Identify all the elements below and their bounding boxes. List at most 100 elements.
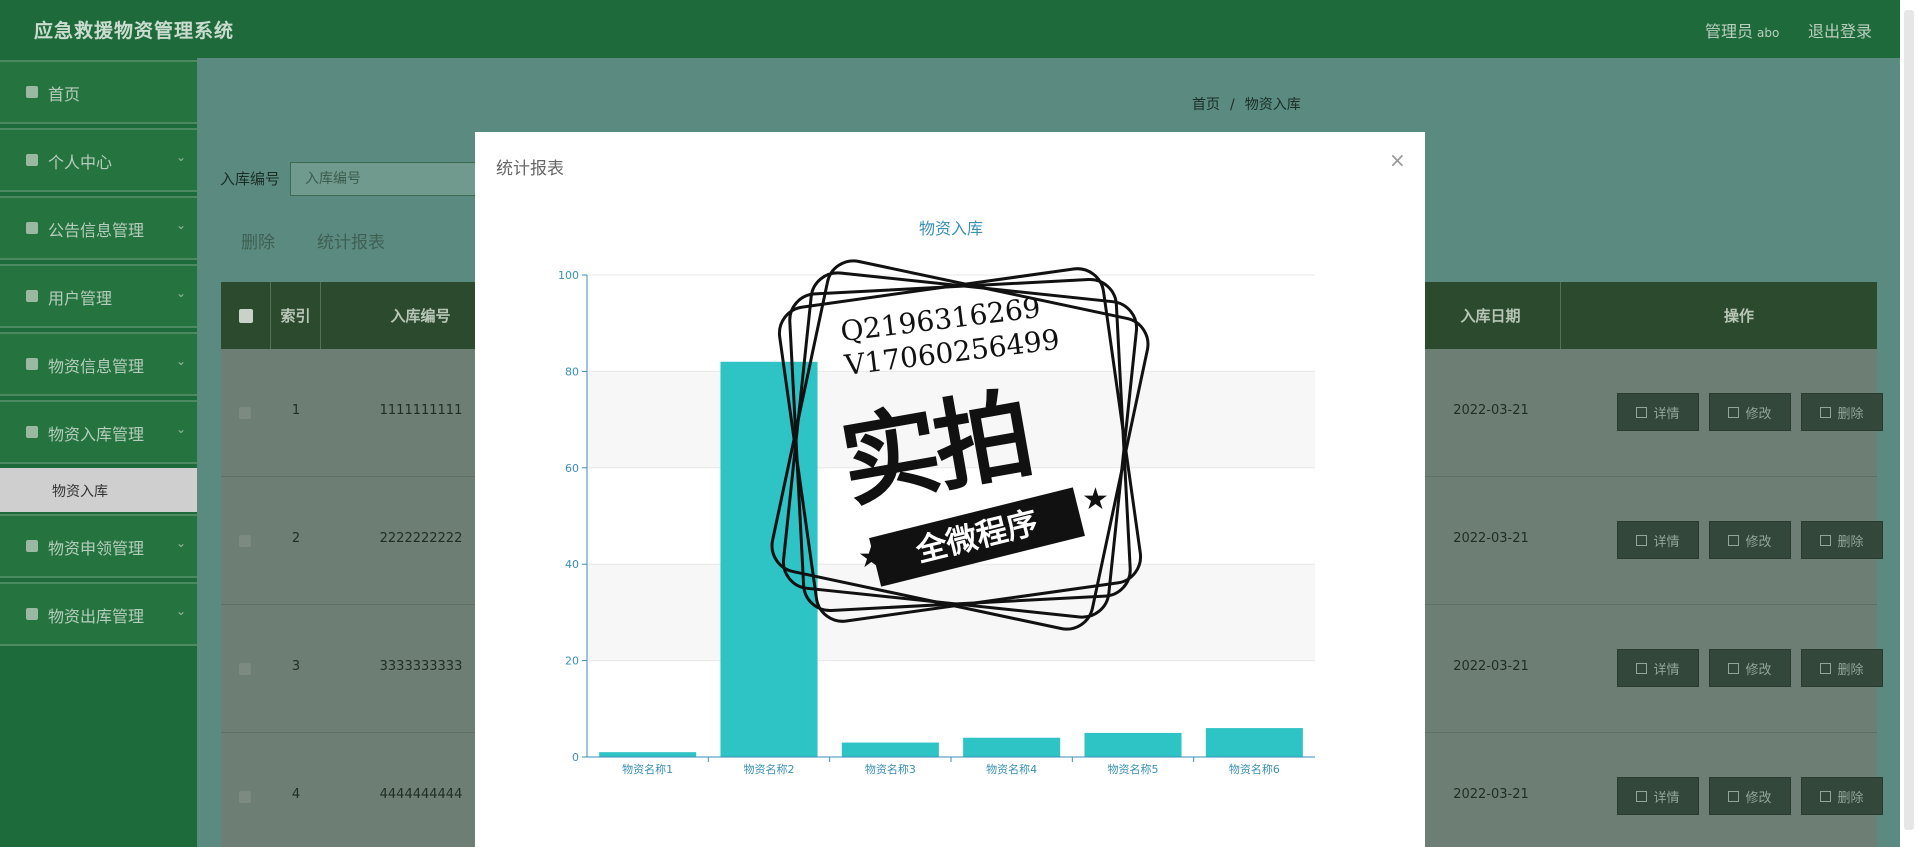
page-scrollbar[interactable] [1900,0,1918,847]
delete-label: 删除 [1837,406,1864,422]
bar [1205,728,1303,757]
header-index: 索引 [271,282,321,349]
chevron-down-icon: ⌄ [176,286,187,300]
delete-button[interactable]: 删除 [1801,777,1883,815]
delete-label: 删除 [1837,662,1864,678]
logout-button[interactable]: 退出登录 [1808,18,1872,42]
star-icon: ★ [858,540,885,575]
row-checkbox[interactable] [239,663,251,675]
bulk-delete-button[interactable]: 删除 [241,228,275,253]
y-tick-label: 40 [565,558,579,571]
bar [599,752,697,757]
x-tick-label: 物资名称5 [1108,762,1159,776]
row-index: 3 [291,659,301,674]
chevron-down-icon: ⌄ [176,536,187,550]
sidebar-item-announcements[interactable]: 公告信息管理 ⌄ [0,196,197,260]
sidebar-item-supplies[interactable]: 物资信息管理 ⌄ [0,332,197,396]
grid-icon [26,426,38,438]
document-icon [1636,790,1648,802]
admin-label: 管理员 [1705,22,1754,41]
sidebar-item-label: 物资申领管理 [48,539,145,558]
delete-button[interactable]: 删除 [1801,649,1883,687]
select-all-checkbox[interactable] [238,308,253,323]
trash-icon [1820,662,1832,674]
chevron-down-icon: ⌄ [176,354,187,368]
detail-button[interactable]: 详情 [1617,521,1699,559]
bar [963,737,1061,757]
row-date: 2022-03-21 [1453,403,1529,418]
watermark-stamp: Q2196316269 V17060256499 实拍 全微程序 ★ ★ [760,250,1160,640]
edit-label: 修改 [1745,662,1772,678]
x-tick-label: 物资名称1 [622,762,673,776]
x-tick-label: 物资名称3 [865,762,916,776]
grid-icon [26,608,38,620]
header-ops: 操作 [1723,307,1754,325]
chevron-down-icon: ⌄ [176,604,187,618]
bar [841,742,939,757]
sidebar-subitem-stock-in[interactable]: 物资入库 [0,468,197,512]
chart-title: 物资入库 [919,219,983,238]
detail-label: 详情 [1653,662,1680,678]
document-icon [1636,406,1648,418]
top-header: 应急救援物资管理系统 管理员 abo 退出登录 [0,0,1900,58]
detail-label: 详情 [1653,406,1680,422]
sidebar-item-stock-out[interactable]: 物资出库管理 ⌄ [0,582,197,646]
row-date: 2022-03-21 [1453,787,1529,802]
row-date: 2022-03-21 [1453,659,1529,674]
sidebar-subitem-label: 物资入库 [52,484,108,500]
edit-button[interactable]: 修改 [1709,777,1791,815]
star-icon: ★ [1082,482,1109,517]
row-index: 1 [291,403,301,418]
detail-button[interactable]: 详情 [1617,649,1699,687]
sidebar-item-label: 首页 [48,85,81,104]
bar [1084,732,1182,757]
row-checkbox[interactable] [239,535,251,547]
row-date: 2022-03-21 [1453,531,1529,546]
header-date: 入库日期 [1421,282,1561,349]
flag-icon [26,222,38,234]
y-tick-label: 80 [565,365,579,378]
home-icon [26,86,38,98]
sidebar-item-stock-in[interactable]: 物资入库管理 ⌄ [0,400,197,464]
edit-button[interactable]: 修改 [1709,393,1791,431]
sidebar-item-requests[interactable]: 物资申领管理 ⌄ [0,514,197,578]
chevron-down-icon: ⌄ [176,218,187,232]
edit-label: 修改 [1745,406,1772,422]
sidebar-item-label: 公告信息管理 [48,221,145,240]
search-input[interactable]: 入库编号 [290,162,490,196]
y-tick-label: 20 [565,655,579,668]
edit-button[interactable]: 修改 [1709,649,1791,687]
row-index: 2 [291,531,301,546]
x-tick-label: 物资名称4 [986,762,1037,776]
document-icon [1636,662,1648,674]
sidebar-item-users[interactable]: 用户管理 ⌄ [0,264,197,328]
pencil-icon [1728,534,1740,546]
grid-icon [26,290,38,302]
row-checkbox[interactable] [239,407,251,419]
sidebar-item-label: 物资入库管理 [48,425,145,444]
x-tick-label: 物资名称6 [1229,762,1280,776]
breadcrumb: 首页 / 物资入库 [1192,94,1301,114]
document-icon [1636,534,1648,546]
sidebar-item-home[interactable]: 首页 [0,60,197,124]
detail-label: 详情 [1653,534,1680,550]
row-checkbox[interactable] [239,791,251,803]
edit-button[interactable]: 修改 [1709,521,1791,559]
detail-button[interactable]: 详情 [1617,393,1699,431]
y-tick-label: 0 [572,751,579,764]
breadcrumb-home[interactable]: 首页 [1192,97,1220,113]
select-all-checkbox-cell[interactable] [221,282,271,349]
admin-name: abo [1757,26,1780,40]
trash-icon [1820,534,1832,546]
delete-button[interactable]: 删除 [1801,393,1883,431]
sidebar-item-label: 物资出库管理 [48,607,145,626]
stat-report-button[interactable]: 统计报表 [317,228,385,253]
detail-button[interactable]: 详情 [1617,777,1699,815]
detail-label: 详情 [1653,790,1680,806]
sidebar-item-profile[interactable]: 个人中心 ⌄ [0,128,197,192]
sidebar: 首页 个人中心 ⌄ 公告信息管理 ⌄ 用户管理 ⌄ 物资信息管理 ⌄ 物资入库管… [0,58,197,847]
y-tick-label: 60 [565,462,579,475]
search-label: 入库编号 [220,170,281,188]
delete-button[interactable]: 删除 [1801,521,1883,559]
scrollbar-thumb[interactable] [1904,10,1914,830]
